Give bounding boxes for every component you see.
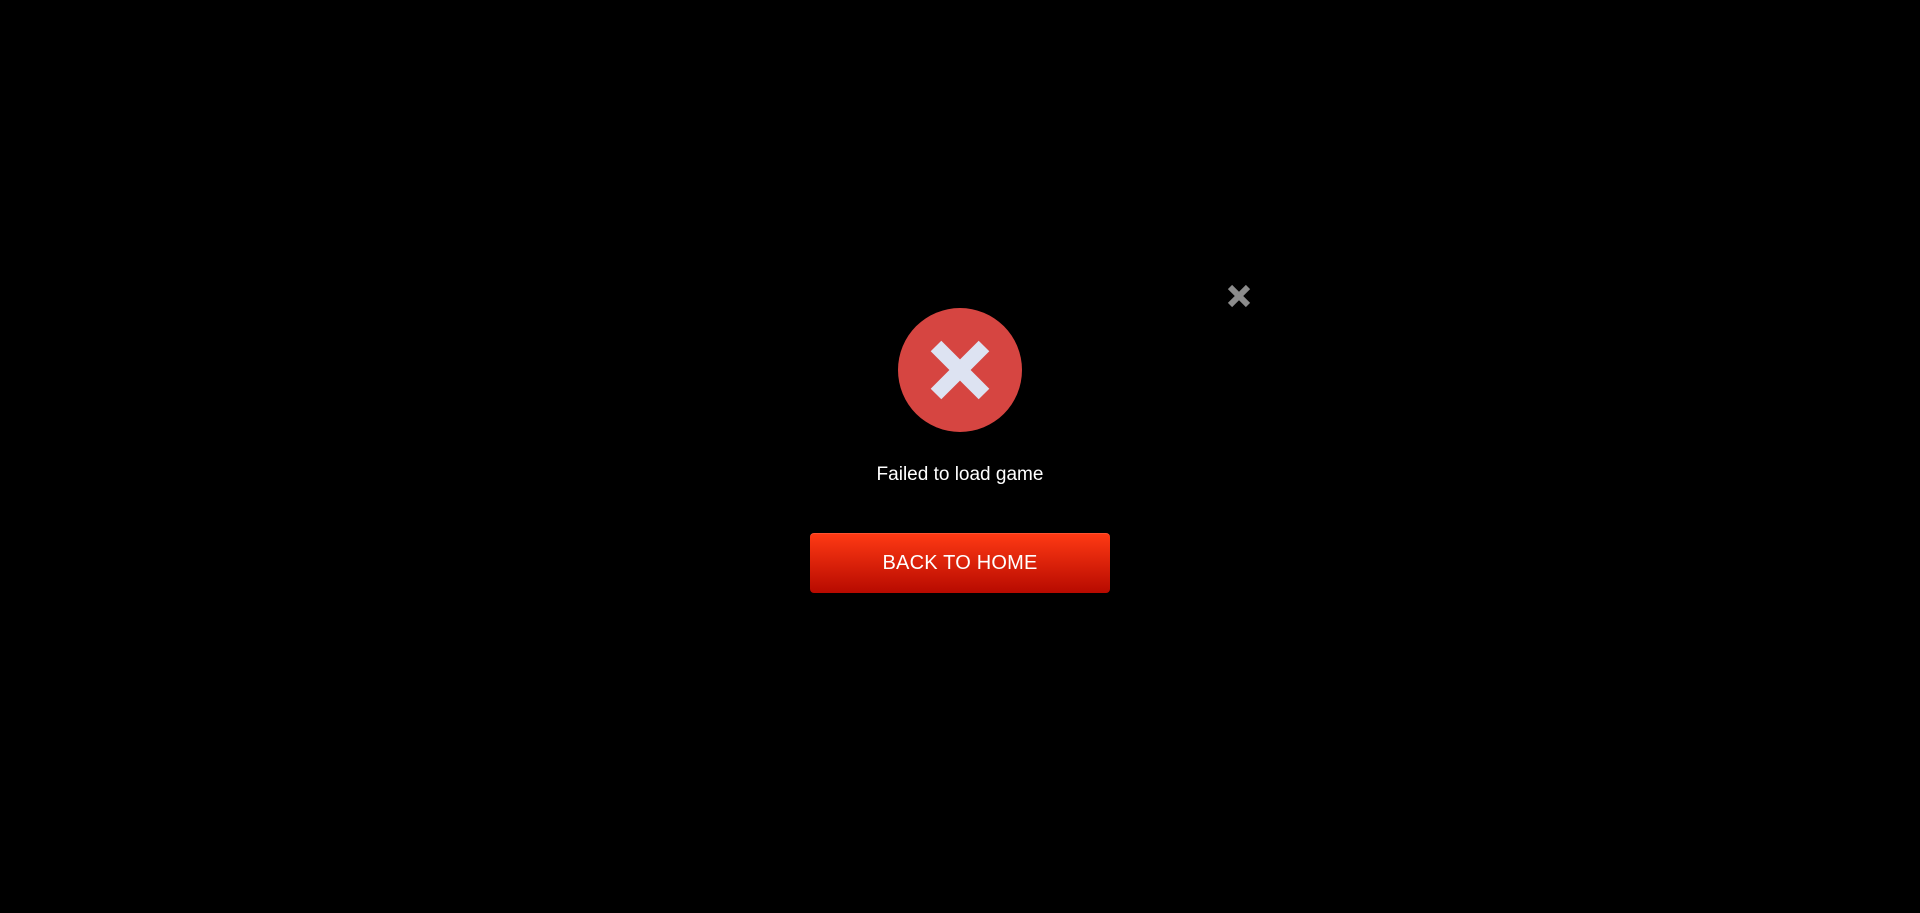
close-icon [1227, 284, 1251, 308]
game-error-screen: Failed to load game BACK TO HOME [0, 0, 1920, 913]
error-message: Failed to load game [876, 464, 1044, 485]
error-x-glyph [898, 308, 1022, 432]
error-x-icon [898, 308, 1022, 432]
close-button[interactable] [1221, 278, 1257, 314]
back-to-home-button[interactable]: BACK TO HOME [810, 533, 1110, 593]
error-dialog: Failed to load game BACK TO HOME [781, 265, 1261, 605]
